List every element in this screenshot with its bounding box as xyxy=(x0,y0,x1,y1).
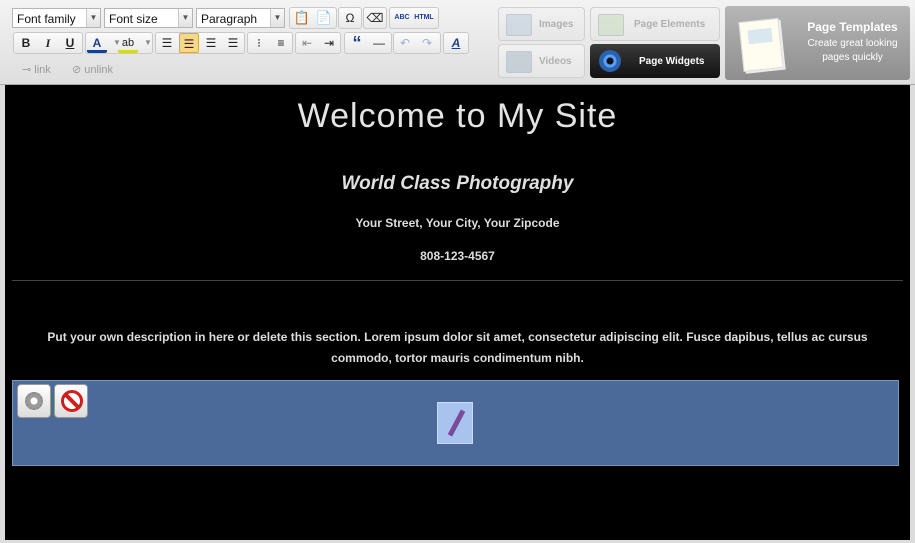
page-templates-description: Create great looking pages quickly xyxy=(807,38,898,63)
phone-text[interactable]: 808-123-4567 xyxy=(5,249,910,263)
unlink-label: unlink xyxy=(84,64,114,76)
widget-placeholder[interactable] xyxy=(12,380,899,466)
film-icon xyxy=(506,51,532,73)
gear-icon xyxy=(599,50,621,72)
italic-button[interactable]: I xyxy=(38,33,58,53)
redo-icon[interactable]: ↷ xyxy=(417,33,437,53)
undo-icon[interactable]: ↶ xyxy=(395,33,415,53)
gear-icon xyxy=(25,392,43,410)
videos-label: Videos xyxy=(539,56,572,67)
paste-text-icon[interactable]: 📋 xyxy=(292,8,312,28)
widget-settings-button[interactable] xyxy=(17,384,51,418)
blockquote-button[interactable]: “ xyxy=(347,33,367,53)
align-right-icon[interactable]: ☰ xyxy=(201,33,221,53)
videos-panel-button[interactable]: Videos xyxy=(498,44,585,78)
spellcheck-icon[interactable]: ABC xyxy=(392,8,412,28)
font-color-button[interactable]: A xyxy=(87,33,107,53)
page-elements-icon xyxy=(598,14,624,36)
link-button[interactable]: ⊸ link xyxy=(22,60,51,80)
font-size-select[interactable]: Font size ▼ xyxy=(104,8,193,28)
html-source-icon[interactable]: HTML xyxy=(414,8,434,28)
description-text[interactable]: Put your own description in here or dele… xyxy=(25,327,890,369)
images-label: Images xyxy=(539,19,574,30)
page-title[interactable]: Welcome to My Site xyxy=(5,97,910,136)
chain-link-icon: ⊸ xyxy=(22,64,35,76)
unlink-button[interactable]: ⊘ unlink xyxy=(72,60,113,80)
block-format-select[interactable]: Paragraph ▼ xyxy=(196,8,285,28)
special-char-icon[interactable]: Ω xyxy=(340,8,360,28)
underline-button[interactable]: U xyxy=(60,33,80,53)
page-elements-panel-button[interactable]: Page Elements xyxy=(590,7,720,41)
editor-toolbar: Font family ▼ Font size ▼ Paragraph ▼ 📋 … xyxy=(0,0,915,85)
widget-delete-button[interactable] xyxy=(54,384,88,418)
chevron-down-icon: ▼ xyxy=(270,9,284,27)
edit-pencil-icon[interactable] xyxy=(437,402,473,444)
eraser-icon[interactable]: ⌫ xyxy=(365,8,385,28)
bold-button[interactable]: B xyxy=(16,33,36,53)
link-label: link xyxy=(34,64,51,76)
numbered-list-icon[interactable]: ≡ xyxy=(271,33,291,53)
highlight-color-button[interactable]: ab xyxy=(118,33,138,53)
font-size-value: Font size xyxy=(109,12,158,26)
outdent-icon[interactable]: ⇤ xyxy=(297,33,317,53)
no-entry-icon xyxy=(61,390,83,412)
indent-icon[interactable]: ⇥ xyxy=(319,33,339,53)
bullet-list-icon[interactable]: ⁝ xyxy=(249,33,269,53)
paste-word-icon[interactable]: 📄 xyxy=(314,8,334,28)
align-center-icon[interactable]: ☰ xyxy=(179,33,199,53)
page-subtitle[interactable]: World Class Photography xyxy=(5,173,910,195)
remove-format-button[interactable]: A xyxy=(446,33,466,53)
address-text[interactable]: Your Street, Your City, Your Zipcode xyxy=(5,216,910,230)
divider xyxy=(12,280,903,281)
block-format-value: Paragraph xyxy=(201,12,258,26)
chevron-down-icon: ▼ xyxy=(86,9,100,27)
page-templates-button[interactable]: Page Templates Create great looking page… xyxy=(725,6,910,80)
align-justify-icon[interactable]: ☰ xyxy=(223,33,243,53)
font-family-select[interactable]: Font family ▼ xyxy=(12,8,101,28)
images-panel-button[interactable]: Images xyxy=(498,7,585,41)
broken-link-icon: ⊘ xyxy=(72,64,85,76)
page-widgets-panel-button[interactable]: Page Widgets xyxy=(590,44,720,78)
document-icon xyxy=(738,18,784,72)
chevron-down-icon: ▼ xyxy=(178,9,192,27)
page-canvas[interactable]: Welcome to My Site World Class Photograp… xyxy=(5,85,910,540)
page-widgets-label: Page Widgets xyxy=(639,56,705,67)
page-elements-label: Page Elements xyxy=(634,19,706,30)
align-left-icon[interactable]: ☰ xyxy=(157,33,177,53)
horizontal-rule-button[interactable]: — xyxy=(369,33,389,53)
page-templates-title: Page Templates xyxy=(807,20,898,34)
font-family-value: Font family xyxy=(17,12,76,26)
image-icon xyxy=(506,14,532,36)
